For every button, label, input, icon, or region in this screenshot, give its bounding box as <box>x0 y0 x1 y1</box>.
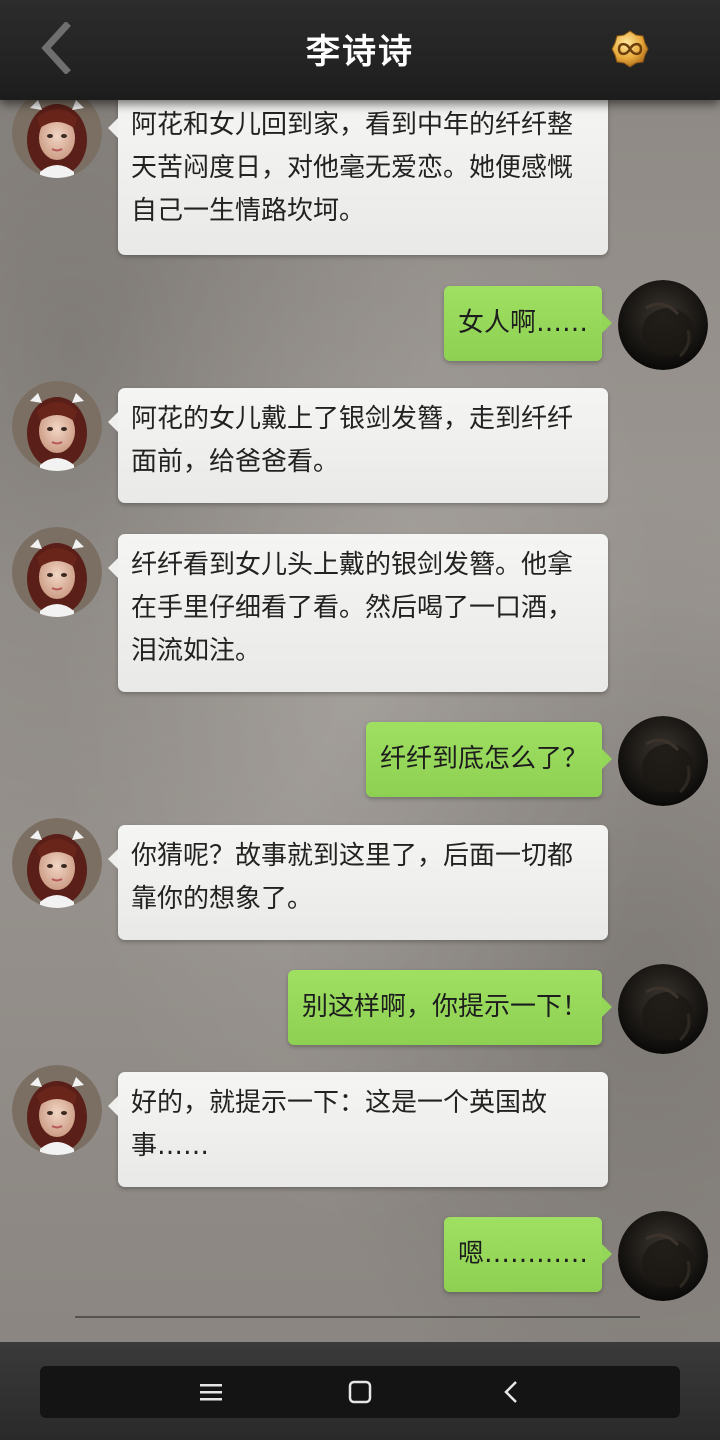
contact-avatar[interactable] <box>12 100 102 178</box>
menu-icon <box>200 1384 222 1401</box>
user-avatar[interactable] <box>618 280 708 370</box>
home-button[interactable] <box>330 1366 390 1418</box>
received-message-bubble[interactable]: 好的，就提示一下：这是一个英国故事…… <box>108 1072 608 1187</box>
system-nav-bar <box>0 1342 720 1440</box>
dark-avatar-icon <box>618 716 708 806</box>
contact-avatar[interactable] <box>12 1065 102 1155</box>
infinity-badge-button[interactable] <box>610 29 650 69</box>
sent-message-bubble[interactable]: 女人啊…… <box>443 286 613 361</box>
female-avatar-icon <box>12 818 102 908</box>
sent-message-bubble[interactable]: 嗯………… <box>443 1217 613 1292</box>
back-triangle-icon <box>504 1381 517 1403</box>
female-avatar-icon <box>12 1065 102 1155</box>
divider-line <box>75 1316 640 1318</box>
dark-avatar-icon <box>618 280 708 370</box>
menu-button[interactable] <box>181 1366 241 1418</box>
user-avatar[interactable] <box>618 1211 708 1301</box>
contact-avatar[interactable] <box>12 381 102 471</box>
female-avatar-icon <box>12 381 102 471</box>
female-avatar-icon <box>12 527 102 617</box>
sent-message-bubble[interactable]: 别这样啊，你提示一下！ <box>287 970 613 1045</box>
sent-message-bubble[interactable]: 纤纤到底怎么了？ <box>365 722 613 797</box>
chat-screen: 李诗诗 阿花和女儿回到家，看到中年的纤纤整天苦闷度日，对他毫无爱恋。她便感慨自己… <box>0 0 720 1440</box>
dark-avatar-icon <box>618 1211 708 1301</box>
female-avatar-icon <box>12 100 102 178</box>
chat-area[interactable]: 阿花和女儿回到家，看到中年的纤纤整天苦闷度日，对他毫无爱恋。她便感慨自己一生情路… <box>0 100 720 1342</box>
contact-avatar[interactable] <box>12 818 102 908</box>
received-message-bubble[interactable]: 阿花的女儿戴上了银剑发簪，走到纤纤面前，给爸爸看。 <box>108 388 608 503</box>
infinity-badge-icon <box>611 30 649 68</box>
contact-avatar[interactable] <box>12 527 102 617</box>
received-message-bubble[interactable]: 你猜呢？故事就到这里了，后面一切都靠你的想象了。 <box>108 825 608 940</box>
square-home-icon <box>348 1380 372 1404</box>
nav-bar-panel <box>40 1366 680 1418</box>
header-bar: 李诗诗 <box>0 0 720 100</box>
received-message-bubble[interactable]: 阿花和女儿回到家，看到中年的纤纤整天苦闷度日，对他毫无爱恋。她便感慨自己一生情路… <box>108 100 608 255</box>
dark-avatar-icon <box>618 964 708 1054</box>
system-back-button[interactable] <box>481 1366 541 1418</box>
user-avatar[interactable] <box>618 964 708 1054</box>
user-avatar[interactable] <box>618 716 708 806</box>
received-message-bubble[interactable]: 纤纤看到女儿头上戴的银剑发簪。他拿在手里仔细看了看。然后喝了一口酒，泪流如注。 <box>108 534 608 692</box>
